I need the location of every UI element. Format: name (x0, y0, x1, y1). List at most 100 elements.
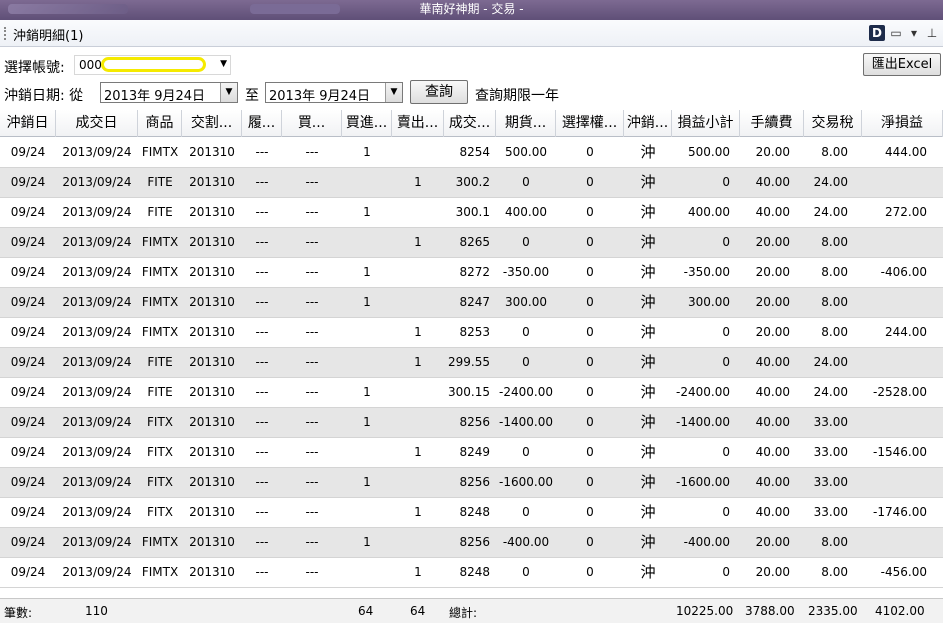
table-cell: 0 (522, 505, 530, 519)
table-cell: -1400.00 (676, 415, 730, 429)
table-row[interactable]: 09/24 2013/09/24 FITE 201310 --- --- 1 300.1 400… (0, 198, 943, 228)
table-cell: 33.00 (813, 445, 848, 459)
date-from-picker[interactable]: 2013年 9月24日 ▼ (100, 82, 238, 104)
column-header[interactable]: 期貨... (496, 110, 556, 137)
table-cell: 33.00 (813, 505, 848, 519)
chevron-down-icon[interactable]: ▼ (385, 83, 402, 102)
column-header[interactable]: 交割... (182, 110, 242, 137)
table-cell: 2013/09/24 (62, 415, 132, 429)
table-cell: 2013/09/24 (62, 355, 132, 369)
table-row[interactable]: 09/24 2013/09/24 FITE 201310 --- --- 1 299.55 0 0… (0, 348, 943, 378)
query-limit-note: 查詢期限一年 (475, 88, 559, 104)
table-row[interactable]: 09/24 2013/09/24 FITX 201310 --- --- 1 8248 0 0 沖 0… (0, 498, 943, 528)
table-row[interactable]: 09/24 2013/09/24 FITE 201310 --- --- 1 300.15 -2… (0, 378, 943, 408)
chevron-down-icon[interactable]: ▼ (220, 83, 237, 102)
d-logo-icon[interactable]: D (869, 25, 885, 41)
table-cell: 沖 (640, 263, 656, 281)
table-cell: 8248 (459, 565, 490, 579)
dropdown-arrow-icon[interactable]: ▾ (907, 26, 921, 40)
date-to-picker[interactable]: 2013年 9月24日 ▼ (265, 82, 403, 104)
table-cell: 2013/09/24 (62, 535, 132, 549)
table-cell: 09/24 (10, 145, 46, 159)
table-row[interactable]: 09/24 2013/09/24 FIMTX 201310 --- --- 1 8247 300… (0, 288, 943, 318)
table-row[interactable]: 09/24 2013/09/24 FITX 201310 --- --- 1 8256 -160… (0, 468, 943, 498)
column-header[interactable]: 手續費 (740, 110, 804, 137)
table-cell: 沖 (640, 533, 656, 551)
table-cell: 1 (414, 565, 422, 579)
table-cell: --- (305, 295, 319, 309)
column-header[interactable]: 成交... (444, 110, 496, 137)
table-row[interactable]: 09/24 2013/09/24 FIMTX 201310 --- --- 1 8248 0 0 沖… (0, 558, 943, 588)
table-cell: 8256 (459, 415, 490, 429)
table-cell: 2013/09/24 (62, 295, 132, 309)
table-cell: 201310 (189, 385, 235, 399)
column-header[interactable]: 買... (282, 110, 342, 137)
column-header[interactable]: 商品 (138, 110, 182, 137)
table-cell: --- (305, 325, 319, 339)
table-cell: FIMTX (141, 565, 179, 579)
window-list-icon[interactable]: ▭ (889, 26, 903, 40)
table-cell: 2013/09/24 (62, 565, 132, 579)
table-cell: 0 (586, 355, 594, 369)
table-cell: 1 (363, 265, 371, 279)
table-cell: 0 (586, 565, 594, 579)
date-to-label: 至 (245, 88, 259, 104)
table-cell: 0 (722, 175, 730, 189)
table-cell: 8254 (459, 145, 490, 159)
table-row[interactable]: 09/24 2013/09/24 FITE 201310 --- --- 1 300.2 0 0 沖… (0, 168, 943, 198)
column-header[interactable]: 履... (242, 110, 282, 137)
column-header[interactable]: 淨損益 (862, 110, 943, 137)
table-row[interactable]: 09/24 2013/09/24 FITX 201310 --- --- 1 8256 -140… (0, 408, 943, 438)
table-cell: 244.00 (885, 325, 927, 339)
column-header[interactable]: 沖銷... (624, 110, 672, 137)
table-row[interactable]: 09/24 2013/09/24 FIMTX 201310 --- --- 1 8272 -35… (0, 258, 943, 288)
drag-grip-icon[interactable] (4, 27, 6, 40)
table-cell: 沖 (640, 233, 656, 251)
table-cell: 8.00 (821, 235, 848, 249)
table-cell: 2013/09/24 (62, 175, 132, 189)
table-cell: FITE (147, 175, 173, 189)
table-cell: 2013/09/24 (62, 265, 132, 279)
table-row[interactable]: 09/24 2013/09/24 FIMTX 201310 --- --- 1 8254 500… (0, 138, 943, 168)
table-cell: FIMTX (141, 265, 179, 279)
table-cell: 沖 (640, 143, 656, 161)
table-cell: --- (305, 385, 319, 399)
table-cell (862, 468, 943, 497)
column-header[interactable]: 選擇權... (556, 110, 624, 137)
column-header[interactable]: 賣出... (392, 110, 444, 137)
table-cell: 1 (414, 445, 422, 459)
table-cell (342, 168, 392, 197)
table-cell: -2528.00 (873, 385, 927, 399)
table-cell: 0 (586, 535, 594, 549)
table-cell: -1600.00 (676, 475, 730, 489)
query-button[interactable]: 查詢 (410, 80, 468, 104)
column-header[interactable]: 損益小計 (672, 110, 740, 137)
table-row[interactable]: 09/24 2013/09/24 FITX 201310 --- --- 1 8249 0 0 沖 0… (0, 438, 943, 468)
account-select[interactable]: 000 ▼ (74, 55, 231, 75)
table-cell: -350.00 (683, 265, 730, 279)
export-excel-button[interactable]: 匯出Excel (863, 53, 941, 76)
table-cell: 40.00 (755, 175, 790, 189)
table-cell: 沖 (640, 293, 656, 311)
table-row[interactable]: 09/24 2013/09/24 FIMTX 201310 --- --- 1 8256 -40… (0, 528, 943, 558)
column-header[interactable]: 沖銷日 (0, 110, 56, 137)
table-cell (392, 198, 444, 227)
record-count: 110 (85, 604, 108, 618)
table-cell: 1 (363, 205, 371, 219)
table-cell: FITX (147, 505, 173, 519)
table-cell: 20.00 (755, 235, 790, 249)
pin-icon[interactable]: ⊥ (925, 26, 939, 40)
column-header[interactable]: 買進... (342, 110, 392, 137)
table-cell: 2013/09/24 (62, 505, 132, 519)
column-header[interactable]: 交易稅 (804, 110, 862, 137)
panel-header: 沖銷明細(1) D ▭ ▾ ⊥ (0, 20, 943, 47)
table-cell: --- (255, 445, 269, 459)
tax-total: 2335.00 (808, 604, 858, 618)
table-row[interactable]: 09/24 2013/09/24 FIMTX 201310 --- --- 1 8265 0 0 沖… (0, 228, 943, 258)
table-row[interactable]: 09/24 2013/09/24 FIMTX 201310 --- --- 1 8253 0 0 沖… (0, 318, 943, 348)
column-header[interactable]: 成交日 (56, 110, 138, 137)
table-cell: 201310 (189, 355, 235, 369)
table-cell: --- (255, 415, 269, 429)
table-cell: 0 (522, 355, 530, 369)
table-cell: 33.00 (813, 475, 848, 489)
